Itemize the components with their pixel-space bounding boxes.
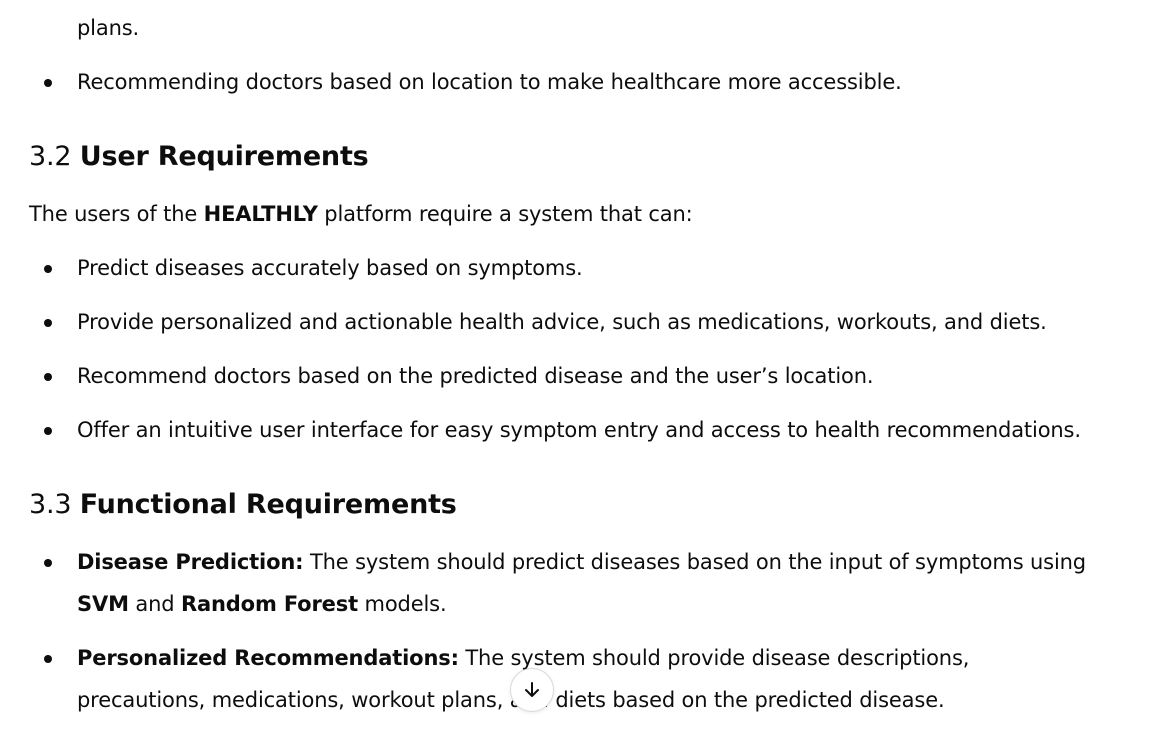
objectives-list: Recommending doctors based on location t…	[29, 61, 1139, 103]
model-name: SVM	[77, 592, 129, 616]
item-text: models.	[358, 592, 447, 616]
platform-name: HEALTHLY	[203, 202, 318, 226]
intro-text-end: platform require a system that can:	[317, 202, 693, 226]
section-heading-3-2: 3.2 User Requirements	[29, 139, 1139, 175]
list-item: Recommend doctors based on the predicted…	[29, 355, 1139, 397]
item-text: The system should predict diseases based…	[303, 550, 1086, 574]
item-label: Personalized Recommendations:	[77, 646, 459, 670]
section-number: 3.3	[29, 489, 72, 520]
list-item: Personalized Recommendations: The system…	[29, 637, 1089, 721]
scroll-to-bottom-button[interactable]	[510, 668, 554, 712]
item-text: and	[128, 592, 181, 616]
section-title: User Requirements	[79, 141, 369, 172]
section-intro: The users of the HEALTHLY platform requi…	[29, 193, 1139, 235]
user-requirements-list: Predict diseases accurately based on sym…	[29, 247, 1139, 451]
section-heading-3-3: 3.3 Functional Requirements	[29, 487, 1139, 523]
functional-requirements-list: Disease Prediction: The system should pr…	[29, 541, 1089, 721]
continuation-text: plans.	[77, 16, 140, 40]
list-item: Recommending doctors based on location t…	[29, 61, 1139, 103]
list-item: Predict diseases accurately based on sym…	[29, 247, 1139, 289]
list-item: Disease Prediction: The system should pr…	[29, 541, 1089, 625]
arrow-down-icon	[525, 682, 539, 697]
list-item: Provide personalized and actionable heal…	[29, 301, 1139, 343]
section-number: 3.2	[29, 141, 72, 172]
list-item: Offer an intuitive user interface for ea…	[29, 409, 1139, 451]
intro-text: The users of the	[29, 202, 204, 226]
item-label: Disease Prediction:	[77, 550, 304, 574]
section-title: Functional Requirements	[79, 489, 457, 520]
model-name: Random Forest	[180, 592, 358, 616]
